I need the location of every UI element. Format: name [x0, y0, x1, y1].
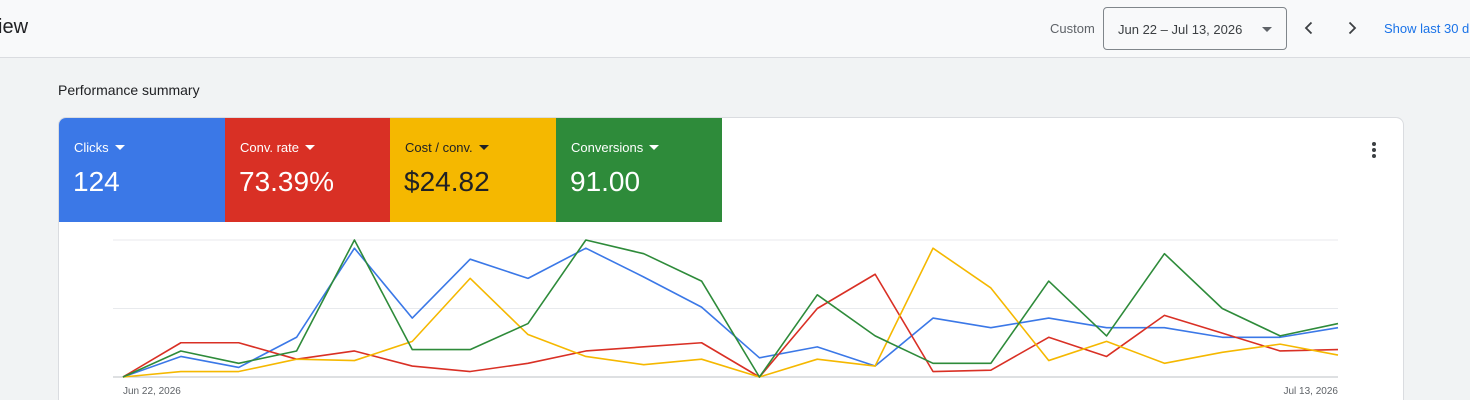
- performance-summary-card: Clicks 124 Conv. rate 73.39% Cost / conv…: [58, 117, 1404, 400]
- chevron-right-icon: [1348, 21, 1357, 35]
- chevron-left-icon: [1304, 21, 1313, 35]
- performance-line-chart: Jun 22, 2026 Jul 13, 2026: [113, 239, 1339, 397]
- date-range-type-label: Custom: [1050, 21, 1095, 36]
- date-range-select[interactable]: Jun 22 – Jul 13, 2026: [1103, 7, 1287, 50]
- next-period-button[interactable]: [1338, 14, 1366, 42]
- x-tick-label: Jun 22, 2026: [123, 386, 181, 397]
- section-title: Performance summary: [58, 82, 200, 98]
- previous-period-button[interactable]: [1295, 14, 1323, 42]
- page-title: iew: [0, 16, 29, 38]
- caret-down-icon: [1262, 27, 1272, 32]
- date-range-value: Jun 22 – Jul 13, 2026: [1118, 22, 1243, 37]
- x-tick-label: Jul 13, 2026: [1284, 386, 1339, 397]
- show-last-30-days-link[interactable]: Show last 30 d: [1384, 21, 1469, 36]
- top-bar: iew Custom Jun 22 – Jul 13, 2026 Show la…: [0, 0, 1470, 58]
- chart-series-line-1: [122, 273, 1339, 378]
